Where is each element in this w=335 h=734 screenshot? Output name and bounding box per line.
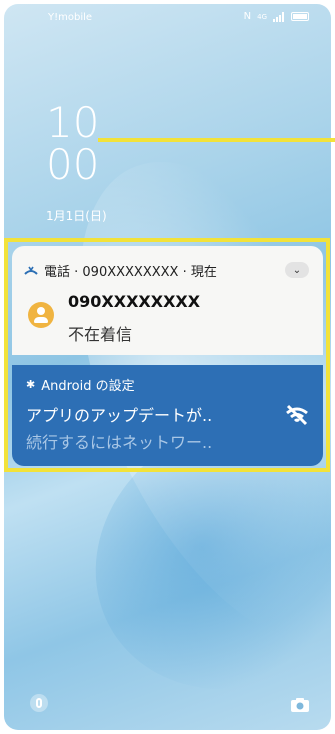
lock-clock: 10 00	[46, 102, 99, 186]
wifi-off-icon	[286, 404, 308, 426]
signal-label: 4G	[257, 12, 267, 21]
camera-icon[interactable]	[291, 698, 309, 712]
clock-hour: 10	[46, 98, 100, 147]
android-header-text: Android の設定	[41, 379, 135, 394]
caller-number: 090XXXXXXXX	[68, 292, 201, 311]
android-settings-notification[interactable]: ✱ Android の設定 アプリのアップデートが.. 続行するにはネットワー.…	[12, 365, 323, 466]
gear-icon: ✱	[26, 378, 36, 391]
notification-header: 電話 · 090XXXXXXXX · 現在	[24, 261, 217, 280]
shortcut-icon[interactable]	[30, 694, 48, 712]
status-icons: N 4G	[244, 11, 309, 22]
carrier-name: Y!mobile	[48, 12, 93, 23]
nfc-icon: N	[243, 11, 252, 22]
caller-avatar	[28, 302, 54, 328]
android-title: アプリのアップデートが..	[26, 406, 213, 425]
android-text: 続行するにはネットワー..	[26, 433, 213, 452]
missed-call-icon	[24, 266, 38, 275]
chevron-down-icon: ⌄	[292, 264, 302, 276]
expand-button[interactable]: ⌄	[285, 262, 309, 278]
notification-header: ✱ Android の設定	[26, 375, 135, 394]
call-status: 不在着信	[68, 325, 133, 344]
call-header-text: 電話 · 090XXXXXXXX · 現在	[44, 265, 217, 280]
clock-minute: 00	[46, 140, 100, 189]
signal-icon	[273, 11, 284, 22]
callout-line	[98, 138, 335, 142]
missed-call-notification[interactable]: 電話 · 090XXXXXXXX · 現在 ⌄ 090XXXXXXXX 不在着信	[12, 246, 323, 355]
lock-date: 1月1日(日)	[46, 209, 107, 223]
status-bar: Y!mobile N 4G	[4, 4, 331, 26]
battery-icon	[291, 12, 309, 21]
